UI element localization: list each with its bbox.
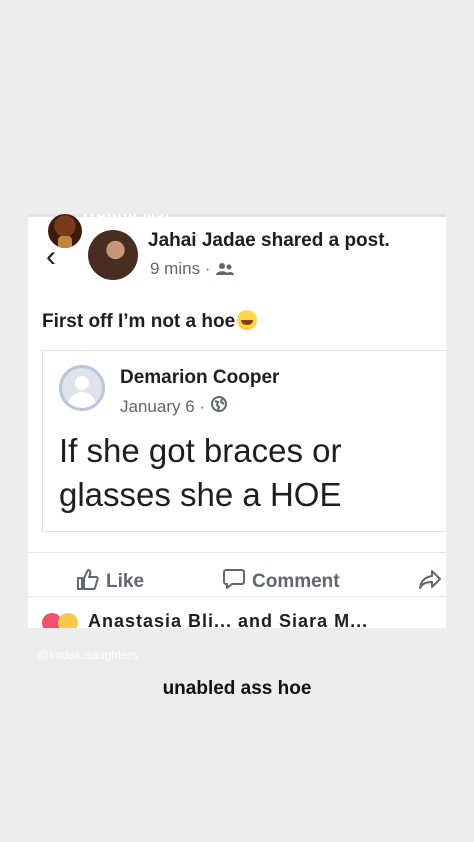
reaction-names: Anastasia Bli... and Siara M... xyxy=(88,611,369,628)
post-meta: 9 mins · xyxy=(150,259,235,279)
shared-meta: January 6 · xyxy=(120,396,228,417)
story-name: Trendy Nai xyxy=(80,214,170,225)
like-button[interactable]: Like xyxy=(76,567,144,597)
share-button[interactable] xyxy=(418,567,442,597)
caption-text: First off I’m not a hoe xyxy=(42,311,236,332)
post-header[interactable]: Jahai Jadae shared a post. xyxy=(148,230,390,252)
share-arrow-icon xyxy=(418,567,442,597)
post-time: 9 mins · xyxy=(150,259,211,278)
haha-reaction-icon xyxy=(58,613,78,628)
back-chevron-icon[interactable]: ‹ xyxy=(46,242,56,272)
friends-icon xyxy=(216,262,235,276)
reactions-strip[interactable]: Anastasia Bli... and Siara M... xyxy=(28,596,446,628)
post-caption: First off I’m not a hoe xyxy=(42,310,258,333)
like-label: Like xyxy=(106,571,145,592)
comment-bubble-icon xyxy=(222,567,246,597)
watermark: @kodak.daughters xyxy=(37,648,138,662)
default-avatar-icon[interactable] xyxy=(59,365,105,411)
comment-label: Comment xyxy=(252,571,340,592)
avatar[interactable] xyxy=(88,230,138,280)
globe-icon xyxy=(211,396,228,417)
story-text: unabled ass hoe xyxy=(162,678,312,699)
shared-post[interactable]: Demarion Cooper January 6 · If she got b… xyxy=(42,350,446,532)
shared-text: If she got braces or glasses she a HOE xyxy=(59,432,342,513)
action-bar: Like Comment xyxy=(28,552,446,593)
laughing-emoji-icon xyxy=(237,310,258,330)
shared-author[interactable]: Demarion Cooper xyxy=(120,367,279,389)
screenshot-card: Trendy Nai 14h ago from Carmen R... ‹ Ja… xyxy=(28,214,446,628)
comment-button[interactable]: Comment xyxy=(222,567,340,597)
shared-date: January 6 · xyxy=(120,396,206,416)
thumbs-up-icon xyxy=(76,567,100,597)
